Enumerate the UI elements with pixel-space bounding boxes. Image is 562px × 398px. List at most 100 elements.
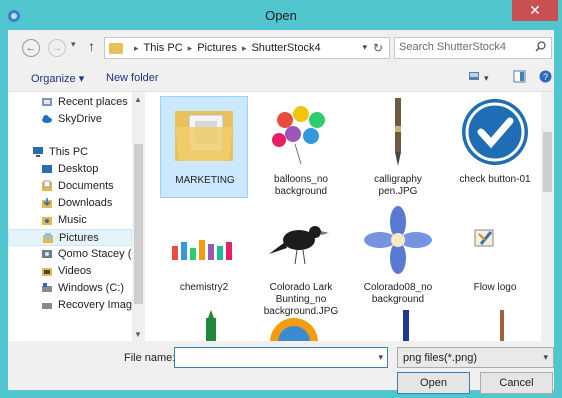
preview-pane-icon[interactable]: [513, 70, 526, 83]
recent-locations-chevron-icon[interactable]: ▾: [71, 39, 76, 50]
nav-item-recovery-image[interactable]: Recovery Image (: [8, 297, 132, 314]
file-name: chemistry2: [179, 282, 229, 293]
chevron-right-icon[interactable]: ▸: [242, 43, 247, 53]
file-name: MARKETING: [175, 175, 235, 186]
file-name: Colorado08_no background: [363, 282, 433, 305]
close-button[interactable]: ✕: [512, 0, 558, 21]
music-icon: [42, 217, 52, 225]
address-row: ← → ▾ ↑ ▸ This PC ▸ Pictures ▸ ShutterStock4 …: [8, 30, 554, 64]
nav-scrollbar[interactable]: ▲ ▼: [132, 92, 145, 342]
nav-item-pictures[interactable]: Pictures: [8, 229, 132, 246]
address-bar[interactable]: ▸ This PC ▸ Pictures ▸ ShutterStock4 ▾ ↻: [104, 37, 390, 59]
nav-item-desktop[interactable]: Desktop: [8, 161, 132, 178]
back-button[interactable]: ←: [22, 39, 40, 57]
file-tile-chemistry2[interactable]: chemistry2: [160, 204, 248, 306]
nav-item-skydrive[interactable]: SkyDrive: [8, 111, 132, 128]
file-tile-colorado-lark-bunting[interactable]: Colorado Lark Bunting_no background.JPG: [257, 204, 345, 317]
file-name-label: File name:: [124, 352, 176, 364]
search-input[interactable]: [399, 41, 529, 53]
file-tile-balloons[interactable]: balloons_no background: [257, 96, 345, 198]
brush-image-icon: [500, 310, 504, 342]
file-tile-marketing[interactable]: MARKETING: [160, 96, 248, 198]
nav-item-label: Downloads: [58, 197, 113, 209]
balloons-image-icon: [272, 106, 325, 165]
refresh-icon[interactable]: ↻: [373, 41, 383, 55]
address-dropdown-icon[interactable]: ▾: [362, 42, 367, 53]
window-title: Open: [265, 8, 297, 23]
nav-item-qomo-stacey[interactable]: Qomo Stacey (qo: [8, 246, 132, 263]
nav-item-label: Documents: [58, 180, 114, 192]
breadcrumb-this-pc[interactable]: This PC: [144, 42, 183, 54]
nav-item-this-pc[interactable]: This PC: [8, 144, 132, 161]
file-type-select[interactable]: png files(*.png) ▾: [397, 347, 554, 368]
pictures-icon: [43, 233, 53, 243]
chevron-down-icon[interactable]: ▾: [543, 352, 548, 363]
file-tile-calligraphy-pen[interactable]: calligraphy pen.JPG: [354, 96, 442, 198]
file-list-scrollbar-thumb[interactable]: [543, 132, 552, 192]
nav-item-recent-places[interactable]: Recent places: [8, 94, 132, 111]
change-view-icon[interactable]: [468, 70, 480, 82]
chemistry-image-icon: [172, 240, 232, 260]
this-pc-icon: [33, 147, 43, 157]
scroll-up-icon[interactable]: ▲: [134, 95, 142, 104]
view-options-chevron-icon[interactable]: ▾: [484, 73, 489, 84]
flower-image-icon: [364, 206, 432, 274]
circle-logo-image-icon: [270, 318, 318, 342]
up-arrow-icon[interactable]: ↑: [88, 38, 95, 54]
videos-icon: [42, 268, 52, 276]
nav-item-label: Pictures: [59, 232, 99, 244]
help-icon[interactable]: ?: [539, 70, 552, 83]
file-tile-colorado08[interactable]: Colorado08_no background: [354, 204, 442, 306]
nav-item-windows-c[interactable]: Windows (C:): [8, 280, 132, 297]
breadcrumb-pictures[interactable]: Pictures: [197, 42, 237, 54]
organize-button[interactable]: Organize ▾: [31, 72, 84, 85]
breadcrumb-shutterstock4[interactable]: ShutterStock4: [251, 42, 320, 54]
file-name: calligraphy pen.JPG: [374, 174, 422, 197]
dialog-footer: File name: ▾ png files(*.png) ▾ Open Can…: [8, 341, 554, 394]
marker-image-icon: [206, 310, 216, 342]
breadcrumb: ▸ This PC ▸ Pictures ▸ ShutterStock4: [129, 42, 321, 54]
nav-item-label: Desktop: [58, 163, 99, 175]
file-name-dropdown-icon[interactable]: ▾: [378, 352, 383, 363]
nav-item-label: Music: [58, 214, 87, 226]
nav-item-label: Recent places: [58, 96, 128, 108]
nav-scrollbar-thumb[interactable]: [134, 144, 143, 304]
nav-item-label: Qomo Stacey (qo: [58, 248, 132, 260]
forward-button[interactable]: →: [48, 39, 66, 57]
bird-image-icon: [269, 226, 329, 265]
nav-item-documents[interactable]: Documents: [8, 178, 132, 195]
new-folder-button[interactable]: New folder: [106, 72, 159, 84]
file-tile-flow-logo[interactable]: Flow logo: [451, 204, 539, 306]
svg-text:?: ?: [543, 72, 548, 82]
file-name: check button-01: [459, 174, 531, 185]
file-name: balloons_no background: [274, 174, 328, 197]
scroll-down-icon[interactable]: ▼: [134, 330, 142, 339]
nav-item-downloads[interactable]: Downloads: [8, 195, 132, 212]
file-name-field[interactable]: ▾: [174, 347, 388, 368]
search-icon[interactable]: [535, 41, 546, 52]
drive-icon: [42, 283, 52, 292]
file-type-value: png files(*.png): [403, 352, 477, 364]
title-bar[interactable]: Open ✕: [0, 0, 562, 30]
chevron-right-icon[interactable]: ▸: [134, 43, 139, 53]
file-name-input[interactable]: [179, 351, 369, 363]
documents-icon: [42, 180, 52, 191]
file-list: MARKETING balloons_no background calligr…: [145, 92, 541, 342]
file-list-scrollbar[interactable]: [541, 92, 554, 342]
nav-item-label: Videos: [58, 265, 92, 277]
navigation-pane: Recent places SkyDrive This PC Desktop D…: [8, 92, 145, 342]
nav-item-label: Windows (C:): [58, 282, 125, 294]
drive-icon: [42, 303, 52, 309]
cancel-button[interactable]: Cancel: [480, 372, 553, 394]
nav-item-music[interactable]: Music: [8, 212, 132, 229]
file-tile-check-button[interactable]: check button-01: [451, 96, 539, 198]
open-button[interactable]: Open: [397, 372, 470, 394]
search-box[interactable]: [394, 37, 552, 59]
chevron-right-icon[interactable]: ▸: [188, 43, 193, 53]
command-toolbar: Organize ▾ New folder ▾ ?: [8, 66, 554, 90]
pen-image-icon: [395, 98, 401, 166]
nav-item-label: Recovery Image (: [58, 299, 132, 311]
browser-body: Recent places SkyDrive This PC Desktop D…: [8, 91, 554, 342]
nav-item-videos[interactable]: Videos: [8, 263, 132, 280]
folder-icon: [109, 43, 123, 54]
